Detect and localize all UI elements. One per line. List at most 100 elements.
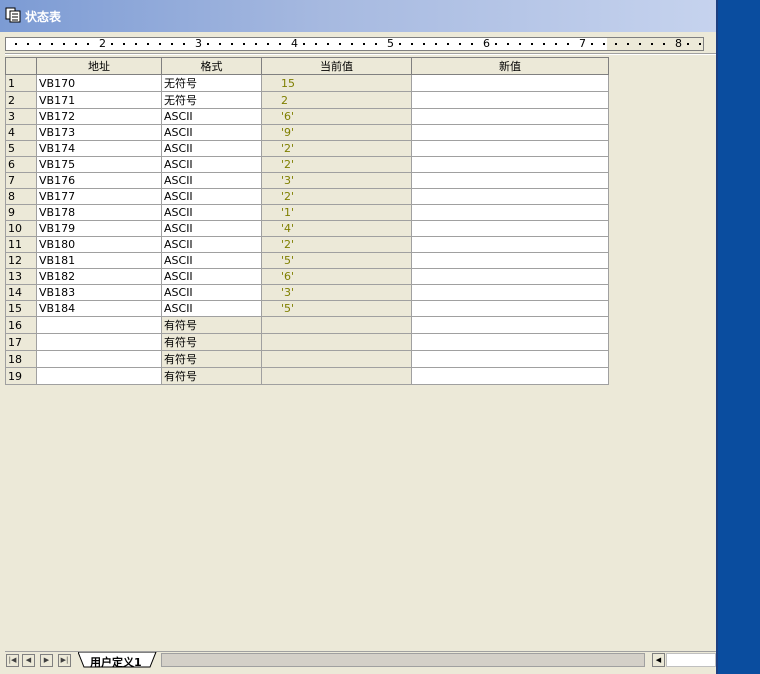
row-number[interactable]: 4 (5, 124, 37, 141)
format-cell[interactable]: ASCII (161, 156, 262, 173)
new-value-cell[interactable] (411, 91, 609, 109)
format-cell[interactable]: 有符号 (161, 350, 262, 368)
new-value-cell[interactable] (411, 140, 609, 157)
row-number[interactable]: 1 (5, 74, 37, 92)
new-value-cell[interactable] (411, 172, 609, 189)
new-value-cell[interactable] (411, 284, 609, 301)
format-cell[interactable]: 无符号 (161, 91, 262, 109)
row-number[interactable]: 2 (5, 91, 37, 109)
address-cell[interactable] (36, 367, 162, 385)
column-header-new-value[interactable]: 新值 (411, 57, 609, 75)
prev-tab-icon[interactable]: ◀ (22, 654, 35, 667)
row-number[interactable]: 6 (5, 156, 37, 173)
row-number[interactable]: 11 (5, 236, 37, 253)
new-value-cell[interactable] (411, 124, 609, 141)
format-cell[interactable]: 无符号 (161, 74, 262, 92)
scroll-left-icon[interactable]: ◀ (652, 653, 665, 667)
new-value-cell[interactable] (411, 188, 609, 205)
address-cell[interactable]: VB177 (36, 188, 162, 205)
column-header-format[interactable]: 格式 (161, 57, 262, 75)
format-cell[interactable]: ASCII (161, 204, 262, 221)
new-value-cell[interactable] (411, 236, 609, 253)
format-cell[interactable]: ASCII (161, 300, 262, 317)
address-cell[interactable]: VB176 (36, 172, 162, 189)
current-value-cell: '2' (261, 236, 412, 253)
row-number[interactable]: 18 (5, 350, 37, 368)
row-number[interactable]: 10 (5, 220, 37, 237)
status-table-icon (5, 7, 21, 23)
format-cell[interactable]: ASCII (161, 236, 262, 253)
new-value-cell[interactable] (411, 252, 609, 269)
row-number[interactable]: 14 (5, 284, 37, 301)
address-cell[interactable]: VB172 (36, 108, 162, 125)
address-cell[interactable]: VB174 (36, 140, 162, 157)
format-cell[interactable]: ASCII (161, 220, 262, 237)
format-cell[interactable]: 有符号 (161, 367, 262, 385)
new-value-cell[interactable] (411, 108, 609, 125)
current-value-cell: '5' (261, 252, 412, 269)
tab-scroll-track[interactable] (161, 653, 645, 667)
new-value-cell[interactable] (411, 74, 609, 92)
new-value-cell[interactable] (411, 367, 609, 385)
new-value-cell[interactable] (411, 350, 609, 368)
address-cell[interactable] (36, 316, 162, 334)
format-cell[interactable]: ASCII (161, 172, 262, 189)
tab-label: 用户定义1 (90, 656, 142, 669)
address-cell[interactable]: VB175 (36, 156, 162, 173)
new-value-cell[interactable] (411, 333, 609, 351)
corner-cell[interactable] (5, 57, 37, 75)
format-cell[interactable]: ASCII (161, 268, 262, 285)
new-value-cell[interactable] (411, 156, 609, 173)
row-number[interactable]: 19 (5, 367, 37, 385)
new-value-cell[interactable] (411, 300, 609, 317)
column-header-address[interactable]: 地址 (36, 57, 162, 75)
column-header-current-value[interactable]: 当前值 (261, 57, 412, 75)
row-number[interactable]: 7 (5, 172, 37, 189)
row-number[interactable]: 8 (5, 188, 37, 205)
address-cell[interactable]: VB179 (36, 220, 162, 237)
table-row: 5 VB174 ASCII '2' (5, 140, 609, 157)
current-value-cell: '3' (261, 284, 412, 301)
address-cell[interactable]: VB184 (36, 300, 162, 317)
last-tab-icon[interactable]: ▶| (58, 654, 71, 667)
address-cell[interactable] (36, 350, 162, 368)
row-number[interactable]: 15 (5, 300, 37, 317)
table-row: 19 有符号 (5, 367, 609, 385)
address-cell[interactable]: VB171 (36, 91, 162, 109)
address-cell[interactable]: VB182 (36, 268, 162, 285)
format-cell[interactable]: 有符号 (161, 316, 262, 334)
row-number[interactable]: 3 (5, 108, 37, 125)
format-cell[interactable]: ASCII (161, 140, 262, 157)
column-ruler[interactable]: 2 3 4 5 6 7 8 (5, 37, 704, 51)
address-cell[interactable]: VB173 (36, 124, 162, 141)
row-number[interactable]: 12 (5, 252, 37, 269)
current-value-cell (261, 350, 412, 368)
address-cell[interactable]: VB180 (36, 236, 162, 253)
current-value-cell: '2' (261, 156, 412, 173)
row-number[interactable]: 17 (5, 333, 37, 351)
format-cell[interactable]: ASCII (161, 188, 262, 205)
next-tab-icon[interactable]: ▶ (40, 654, 53, 667)
format-cell[interactable]: 有符号 (161, 333, 262, 351)
row-number[interactable]: 9 (5, 204, 37, 221)
row-number[interactable]: 5 (5, 140, 37, 157)
address-cell[interactable]: VB178 (36, 204, 162, 221)
format-cell[interactable]: ASCII (161, 108, 262, 125)
new-value-cell[interactable] (411, 204, 609, 221)
address-cell[interactable] (36, 333, 162, 351)
new-value-cell[interactable] (411, 268, 609, 285)
format-cell[interactable]: ASCII (161, 252, 262, 269)
address-cell[interactable]: VB183 (36, 284, 162, 301)
format-cell[interactable]: ASCII (161, 284, 262, 301)
first-tab-icon[interactable]: |◀ (6, 654, 19, 667)
table-row: 18 有符号 (5, 350, 609, 368)
address-cell[interactable]: VB181 (36, 252, 162, 269)
new-value-cell[interactable] (411, 316, 609, 334)
horizontal-scrollbar[interactable] (666, 653, 716, 667)
new-value-cell[interactable] (411, 220, 609, 237)
row-number[interactable]: 13 (5, 268, 37, 285)
format-cell[interactable]: ASCII (161, 124, 262, 141)
address-cell[interactable]: VB170 (36, 74, 162, 92)
row-number[interactable]: 16 (5, 316, 37, 334)
header-row: 地址 格式 当前值 新值 (5, 57, 609, 75)
